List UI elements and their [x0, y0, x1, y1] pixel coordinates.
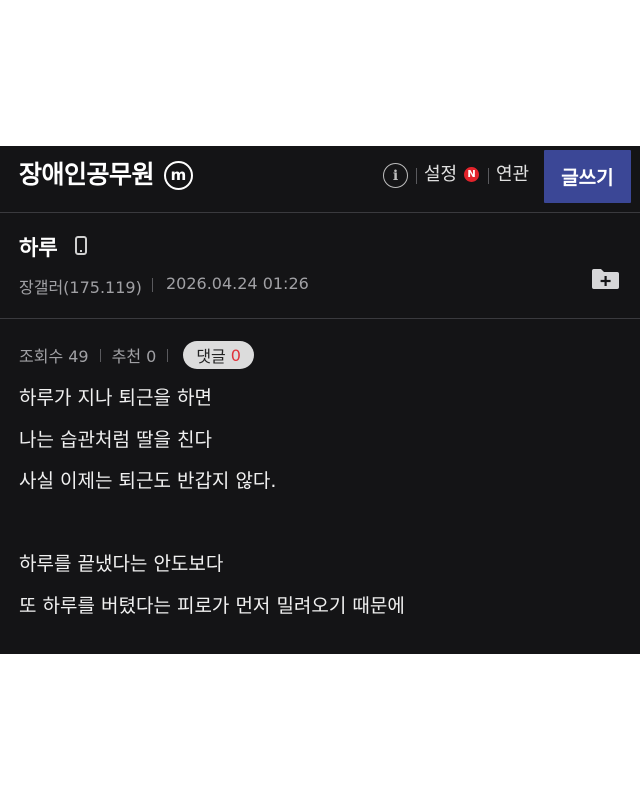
- divider: [488, 168, 489, 184]
- comment-label: 댓글: [196, 347, 226, 366]
- post-date: 2026.04.24 01:26: [166, 274, 309, 293]
- post-title: 하루: [19, 236, 58, 260]
- divider: [416, 168, 417, 184]
- settings-link[interactable]: 설정: [424, 162, 457, 188]
- post-body: 하루가 지나 퇴근을 하면 나는 습관처럼 딸을 친다 사실 이제는 퇴근도 반…: [19, 378, 619, 627]
- body-line: 하루를 끝냈다는 안도보다: [19, 553, 224, 575]
- gallery-header: 장애인공무원 m i 설정 N 연관 글쓰기: [0, 146, 640, 213]
- body-line: 나는 습관처럼 딸을 친다: [19, 428, 212, 451]
- body-line: 사실 이제는 퇴근도 반갑지 않다.: [19, 470, 277, 492]
- divider: [0, 318, 640, 319]
- minor-gallery-badge-icon: m: [164, 161, 193, 190]
- post-author[interactable]: 장갤러(175.119): [19, 274, 142, 298]
- body-line: 하루가 지나 퇴근을 하면: [19, 387, 212, 409]
- divider: [99, 348, 101, 362]
- folder-add-icon[interactable]: [591, 268, 620, 290]
- post-stats: 조회수 49 추천 0 댓글 0: [19, 341, 619, 369]
- comment-button[interactable]: 댓글 0: [183, 341, 254, 369]
- write-button[interactable]: 글쓰기: [544, 150, 631, 203]
- new-badge-icon: N: [464, 167, 479, 182]
- view-count: 조회수 49: [19, 347, 89, 366]
- recommend-count: 추천 0: [111, 347, 157, 366]
- related-link[interactable]: 연관: [496, 162, 529, 188]
- divider: [152, 278, 153, 292]
- comment-count: 0: [230, 345, 241, 365]
- mobile-phone-icon: [75, 236, 87, 255]
- info-icon[interactable]: i: [383, 163, 408, 188]
- divider: [167, 348, 169, 362]
- body-line: [19, 503, 619, 545]
- gallery-title[interactable]: 장애인공무원: [19, 159, 155, 191]
- body-line: 또 하루를 버텼다는 피로가 먼저 밀려오기 때문에: [19, 594, 405, 617]
